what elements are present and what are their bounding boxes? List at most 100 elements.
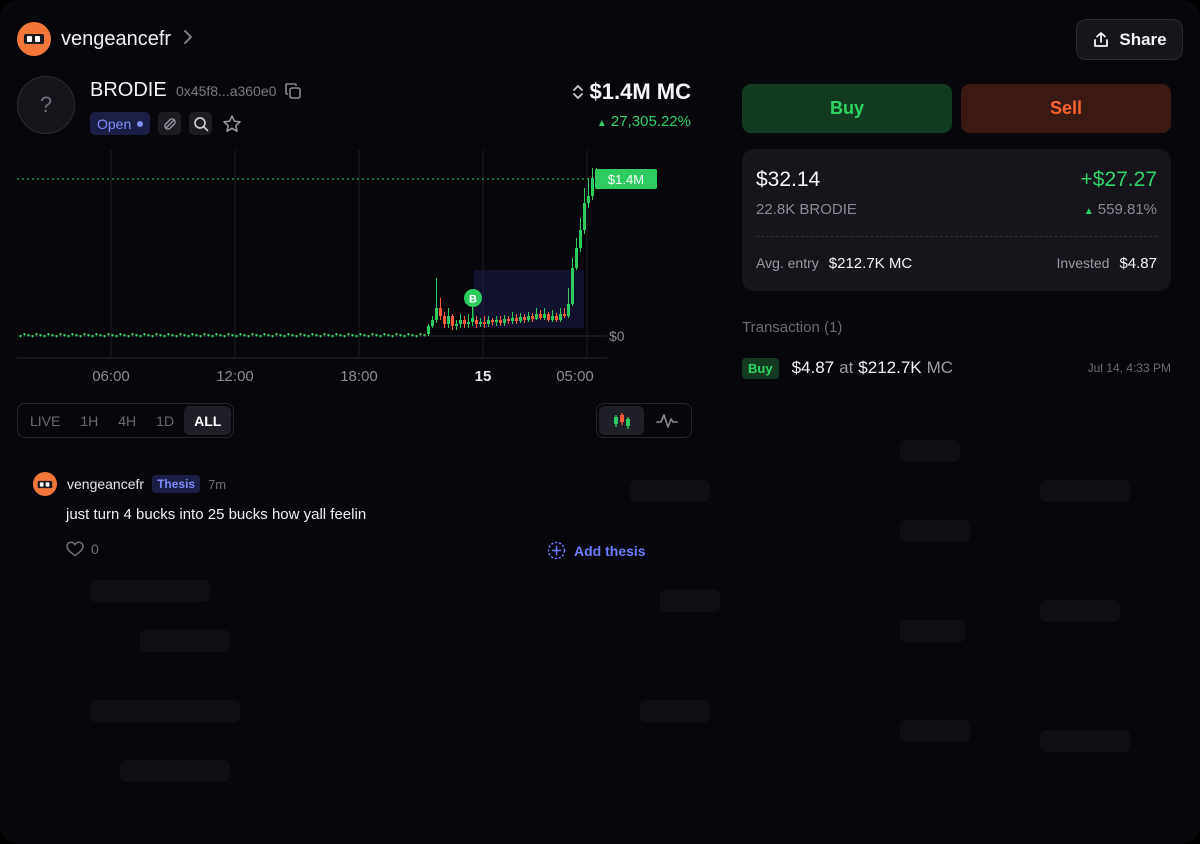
candle	[331, 335, 334, 337]
user-header[interactable]: vengeancefr	[17, 22, 193, 56]
x-tick: 18:00	[340, 368, 378, 385]
timeframe-1d-button[interactable]: 1D	[146, 406, 184, 435]
divider	[756, 236, 1157, 237]
candle	[543, 314, 546, 318]
candle	[567, 304, 570, 316]
buy-button[interactable]: Buy	[742, 84, 952, 133]
thesis-badge: Thesis	[152, 475, 201, 493]
price-chart[interactable]: $1.4M $0 B 06:00 12:00 18:00 15 05:00	[17, 148, 692, 393]
candle	[307, 335, 310, 337]
candle	[591, 178, 594, 196]
share-button[interactable]: Share	[1076, 19, 1183, 60]
up-arrow-icon: ▲	[1083, 206, 1094, 217]
candle	[547, 314, 550, 320]
x-tick: 05:00	[556, 368, 594, 385]
username[interactable]: vengeancefr	[61, 28, 171, 51]
bg-row	[900, 720, 970, 742]
add-thesis-button[interactable]: Add thesis	[547, 541, 646, 560]
app-frame: vengeancefr Share ? BRODIE 0x45f8...a360…	[0, 0, 1200, 844]
timeframe-selector: LIVE 1H 4H 1D ALL	[17, 403, 235, 438]
candle	[219, 334, 222, 336]
add-thesis-label: Add thesis	[574, 542, 646, 559]
candle	[203, 333, 206, 335]
candle	[447, 316, 450, 324]
candle	[279, 334, 282, 336]
transaction-row[interactable]: Buy $4.87 at $212.7K MC Jul 14, 4:33 PM	[742, 356, 1171, 380]
search-icon[interactable]	[189, 112, 213, 135]
candle	[87, 334, 90, 336]
candlestick-icon	[613, 412, 630, 429]
candle	[255, 334, 258, 336]
invested-label: Invested	[1056, 255, 1110, 271]
candle	[183, 334, 186, 336]
candle	[507, 319, 510, 321]
candle	[359, 333, 362, 335]
chevron-right-icon	[183, 28, 193, 51]
token-address[interactable]: 0x45f8...a360e0	[176, 82, 302, 100]
position-value: $32.14	[756, 168, 821, 191]
star-icon[interactable]	[220, 112, 243, 135]
thesis-username[interactable]: vengeancefr	[67, 476, 144, 492]
avg-entry-label: Avg. entry	[756, 255, 819, 271]
candle	[379, 335, 382, 337]
candle	[455, 324, 458, 326]
tx-amount: $4.87	[791, 358, 835, 377]
candle	[523, 317, 526, 320]
market-cap[interactable]: $1.4M MC	[572, 79, 691, 105]
candle	[583, 203, 586, 230]
candle	[403, 335, 406, 337]
pill-icon[interactable]	[158, 112, 182, 135]
candle	[355, 335, 358, 337]
status-dot	[137, 120, 144, 127]
token-tags: Open	[90, 112, 243, 135]
candle	[55, 335, 58, 337]
avatar[interactable]	[33, 472, 57, 496]
candle	[135, 334, 138, 336]
candle	[487, 320, 490, 324]
candle	[267, 334, 270, 336]
price-change: ▲ 27,305.22%	[597, 113, 691, 130]
copy-icon[interactable]	[284, 82, 302, 100]
candle	[383, 333, 386, 335]
candle	[31, 335, 34, 337]
candle	[247, 335, 250, 337]
status-badge: Open	[90, 112, 151, 135]
candle	[35, 333, 38, 335]
candle	[123, 334, 126, 336]
candle	[195, 334, 198, 336]
timeframe-4h-button[interactable]: 4H	[108, 406, 146, 435]
like-button[interactable]: 0	[66, 541, 99, 557]
candle	[47, 333, 50, 335]
line-chart-button[interactable]	[644, 406, 689, 435]
bg-row	[630, 480, 710, 502]
candle	[459, 320, 462, 324]
candle	[19, 335, 22, 337]
candle	[475, 320, 478, 324]
candle	[111, 334, 114, 336]
candle	[511, 318, 514, 321]
candle	[39, 334, 42, 336]
candle	[575, 248, 578, 268]
candle	[43, 335, 46, 337]
candle	[207, 334, 210, 336]
timeframe-1h-button[interactable]: 1H	[70, 406, 108, 435]
bg-row	[120, 760, 230, 782]
candle	[315, 334, 318, 336]
candle	[339, 334, 342, 336]
sell-button[interactable]: Sell	[961, 84, 1171, 133]
candlestick-chart-button[interactable]	[599, 406, 644, 435]
candle	[243, 334, 246, 336]
candle	[463, 320, 466, 324]
brand-logo	[17, 22, 51, 56]
candle	[435, 308, 438, 320]
candle	[351, 334, 354, 336]
candle	[319, 335, 322, 337]
bg-row	[1040, 730, 1130, 752]
candle	[191, 333, 194, 335]
timeframe-live-button[interactable]: LIVE	[20, 406, 70, 435]
candle	[323, 333, 326, 335]
candle	[139, 335, 142, 337]
tx-mc-label: MC	[926, 358, 954, 377]
tx-type-badge: Buy	[742, 357, 779, 379]
timeframe-all-button[interactable]: ALL	[184, 406, 232, 435]
